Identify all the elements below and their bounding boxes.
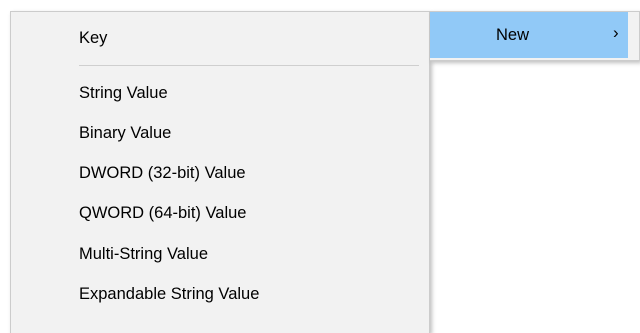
menu-item-label: String Value	[79, 83, 168, 102]
parent-context-menu: New ›	[430, 11, 640, 61]
menu-item-label: QWORD (64-bit) Value	[79, 203, 247, 222]
menu-item-key[interactable]: Key	[11, 18, 429, 58]
menu-item-label: DWORD (32-bit) Value	[79, 163, 246, 182]
chevron-right-icon: ›	[613, 23, 619, 42]
context-menu-area: Key String Value Binary Value DWORD (32-…	[0, 0, 640, 333]
menu-item-label: Multi-String Value	[79, 244, 208, 263]
menu-item-dword-value[interactable]: DWORD (32-bit) Value	[11, 153, 429, 193]
menu-item-label: New	[496, 25, 530, 44]
new-submenu: Key String Value Binary Value DWORD (32-…	[10, 11, 430, 333]
menu-item-multi-string-value[interactable]: Multi-String Value	[11, 234, 429, 274]
menu-item-label: Binary Value	[79, 123, 172, 142]
menu-item-label: Key	[79, 28, 108, 47]
menu-item-qword-value[interactable]: QWORD (64-bit) Value	[11, 193, 429, 233]
menu-separator	[79, 65, 419, 66]
menu-item-expandable-string-value[interactable]: Expandable String Value	[11, 274, 429, 314]
menu-item-label: Expandable String Value	[79, 284, 260, 303]
menu-item-string-value[interactable]: String Value	[11, 73, 429, 113]
menu-item-binary-value[interactable]: Binary Value	[11, 113, 429, 153]
menu-item-new[interactable]: New ›	[430, 12, 628, 58]
